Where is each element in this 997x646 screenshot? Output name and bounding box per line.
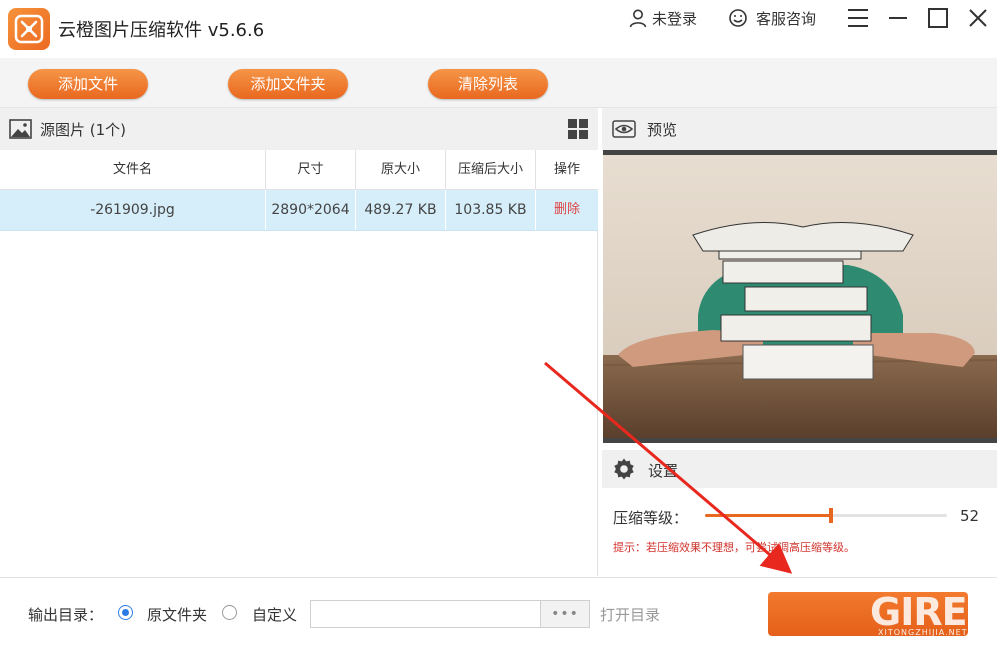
gear-icon: [614, 458, 634, 480]
output-bar: 输出目录： 原文件夹 自定义 ••• 打开目录: [0, 577, 997, 646]
column-header-dimensions[interactable]: 尺寸: [266, 150, 356, 190]
user-icon: [629, 9, 647, 28]
smiley-icon: [729, 9, 747, 27]
login-label: 未登录: [652, 9, 698, 28]
close-icon: [969, 9, 987, 27]
app-logo-icon: [8, 8, 50, 50]
slider-fill: [705, 514, 831, 517]
source-panel: 源图片 (1个) 文件名 尺寸 原大小 压缩后大小 操作 -261909.jpg…: [0, 108, 598, 576]
title-bar: 云橙图片压缩软件 v5.6.6 未登录 客服咨询: [0, 0, 997, 58]
original-folder-label[interactable]: 原文件夹: [147, 604, 207, 625]
output-dir-label: 输出目录：: [28, 606, 104, 624]
minimize-button[interactable]: [886, 6, 910, 30]
source-panel-header: 源图片 (1个): [0, 108, 598, 150]
clear-list-button[interactable]: 清除列表: [428, 69, 548, 99]
watermark-subtext: XITONGZHIJIA.NET: [878, 628, 968, 637]
original-size-cell: 489.27 KB: [356, 190, 446, 230]
column-header-filename[interactable]: 文件名: [0, 150, 266, 190]
preview-header: 预览: [602, 108, 997, 150]
toolbar: 添加文件 添加文件夹 清除列表: [0, 58, 997, 108]
minimize-icon: [889, 17, 907, 19]
preview-image: [603, 150, 997, 443]
hamburger-icon: [848, 9, 868, 27]
source-panel-title: 源图片 (1个): [40, 121, 127, 139]
app-title: 云橙图片压缩软件 v5.6.6: [58, 20, 265, 41]
file-name-cell: -261909.jpg: [0, 190, 266, 230]
delete-link[interactable]: 删除: [536, 190, 598, 230]
eye-icon: [612, 120, 636, 138]
customer-service-button[interactable]: 客服咨询: [728, 7, 816, 29]
hint-text: 提示：若压缩效果不理想，可尝试调高压缩等级。: [613, 541, 855, 554]
settings-title: 设置: [648, 462, 679, 480]
maximize-button[interactable]: [926, 6, 950, 30]
column-header-action: 操作: [553, 162, 580, 177]
grid-view-icon[interactable]: [568, 119, 588, 139]
preview-title: 预览: [647, 121, 678, 139]
menu-button[interactable]: [846, 6, 870, 30]
compression-level-value: 52: [960, 507, 980, 525]
login-button[interactable]: 未登录: [628, 7, 697, 29]
output-path-input[interactable]: [310, 600, 541, 628]
custom-folder-radio[interactable]: [222, 605, 237, 620]
settings-header: 设置: [602, 450, 997, 488]
compression-level-slider[interactable]: [705, 508, 947, 523]
service-label: 客服咨询: [756, 9, 817, 28]
add-file-button[interactable]: 添加文件: [28, 69, 148, 99]
app-window: 云橙图片压缩软件 v5.6.6 未登录 客服咨询 添加文件 添加文件夹 清除列表…: [0, 0, 997, 646]
slider-handle[interactable]: [829, 508, 833, 523]
original-folder-radio[interactable]: [118, 605, 133, 620]
maximize-icon: [928, 8, 948, 28]
compressed-size-cell: 103.85 KB: [446, 190, 536, 230]
browse-button[interactable]: •••: [541, 600, 590, 628]
compression-level-label: 压缩等级：: [613, 509, 689, 527]
dimensions-cell: 2890*2064: [266, 190, 356, 230]
table-header: 文件名 尺寸 原大小 压缩后大小 操作: [0, 150, 598, 190]
column-header-compressed-size[interactable]: 压缩后大小: [446, 150, 536, 190]
custom-folder-label[interactable]: 自定义: [252, 604, 297, 625]
image-icon: [9, 119, 32, 139]
open-directory-link[interactable]: 打开目录: [600, 604, 660, 625]
column-header-original-size[interactable]: 原大小: [356, 150, 446, 190]
close-button[interactable]: [966, 6, 990, 30]
table-row[interactable]: -261909.jpg 2890*2064 489.27 KB 103.85 K…: [0, 190, 598, 231]
preview-photo: [603, 155, 997, 438]
add-folder-button[interactable]: 添加文件夹: [228, 69, 348, 99]
side-panel: 预览 设置 压缩等级： 52 提示：若压缩效果不理想，可尝试调高压缩等级。: [602, 108, 997, 576]
